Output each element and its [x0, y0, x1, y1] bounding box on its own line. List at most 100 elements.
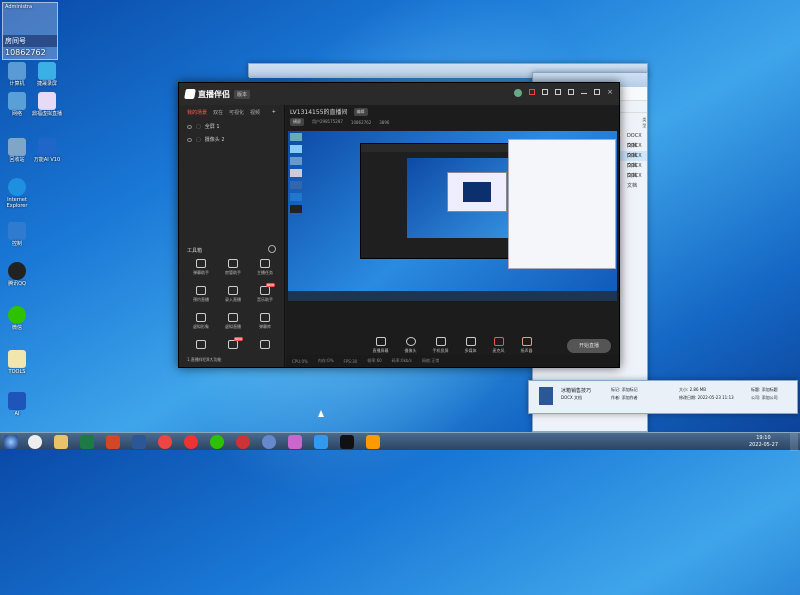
scene-item[interactable]: ▢ 全屏 1 [179, 120, 284, 133]
chrome-icon[interactable] [28, 435, 42, 449]
excel-icon[interactable] [80, 435, 94, 449]
control-icon[interactable]: 控制 [2, 222, 32, 247]
detail-title[interactable]: 标题: 添加标题 [751, 387, 778, 393]
folder-icon[interactable] [54, 435, 68, 449]
tool-tasks[interactable]: 主播任务 [249, 259, 281, 276]
detail-tags[interactable]: 标记: 添加标记 [611, 387, 638, 393]
message-icon[interactable] [542, 89, 549, 95]
show-desktop-button[interactable] [790, 433, 798, 451]
more-icon[interactable] [268, 245, 276, 253]
app-purple-icon[interactable] [288, 435, 302, 449]
detail-company[interactable]: 公司: 添加公司 [751, 395, 778, 401]
desktop-icon-label: 回收站 [9, 157, 25, 163]
scene-item[interactable]: ▢ 摄像头 2 [179, 133, 284, 146]
ai-sub-icon[interactable]: AI [2, 392, 32, 417]
app-titlebar[interactable]: 直播伴侣 版本 × [179, 83, 619, 105]
tool-reserve[interactable]: 预约直播 [185, 286, 217, 303]
word-icon[interactable] [132, 435, 146, 449]
system-clock[interactable]: 19:10 2022-05-27 [749, 435, 778, 449]
close-icon[interactable]: × [607, 89, 613, 97]
tool-music[interactable]: NEW 音乐助手 [249, 283, 281, 303]
status-bitrate: 码率:0kb/s [391, 358, 412, 363]
desktop-icon-label: 微信 [11, 325, 22, 331]
toolbox-grid: 弹幕助手 房管助手 主播任务 预约直播 录入直播 NEW 音乐助手 虚拟形象 虚拟… [185, 259, 281, 351]
tools-icon[interactable]: TOOLS [2, 350, 32, 375]
computer-icon[interactable]: 计算机 [2, 62, 32, 87]
tab-video[interactable]: 视频 [250, 109, 260, 116]
detail-size: 大小: 2.86 MB [679, 387, 706, 392]
status-memory: 内存:0% [317, 358, 334, 363]
qq-icon[interactable]: 腾讯QQ [2, 262, 32, 287]
app-blue-icon[interactable] [262, 435, 276, 449]
toolbox-title: 工具箱 [187, 248, 203, 254]
new-badge: NEW [265, 283, 275, 287]
tool-danmaku[interactable]: 弹幕助手 [185, 259, 217, 276]
wechat-taskbar-icon[interactable] [210, 435, 224, 449]
settings-icon[interactable] [555, 89, 562, 95]
start-live-button[interactable]: 开始直播 [567, 339, 611, 353]
speaker-button[interactable]: 扬声器 [521, 336, 533, 354]
status-network: 网络:正常 [421, 358, 440, 363]
detail-author[interactable]: 作者: 添加作者 [611, 395, 638, 401]
edit-tag[interactable]: 编辑 [353, 107, 368, 116]
lock-icon[interactable]: ▢ [196, 137, 201, 143]
recorder-icon[interactable]: 捷晟录屏 [32, 62, 62, 87]
tool-room-manager[interactable]: 房管助手 [217, 259, 249, 276]
tool-virtual-live[interactable]: 虚拟直播 [217, 313, 249, 330]
desktop-icon-label: 捷晟录屏 [36, 81, 57, 87]
tab-2[interactable]: 双在 [213, 109, 223, 116]
start-button[interactable] [4, 435, 18, 449]
app-red-icon[interactable] [158, 435, 172, 449]
powerpoint-icon[interactable] [106, 435, 120, 449]
desktop-icon-label: 万能AI V10 [33, 157, 61, 163]
notice-text[interactable]: 1.直播伴侣8大功能 [187, 357, 221, 363]
taskbar: 19:10 2022-05-27 [0, 432, 800, 451]
status-fps: FPS:30 [343, 358, 358, 364]
microphone-button[interactable]: 麦克风 [493, 336, 505, 354]
mode-pill[interactable]: 横屏 [290, 118, 304, 126]
live-companion-taskbar-icon[interactable] [340, 435, 354, 449]
version-badge[interactable]: 版本 [234, 89, 251, 99]
tool-avatar[interactable]: 虚拟形象 [185, 313, 217, 330]
fans-count: 3896 [379, 119, 390, 125]
help-icon[interactable] [366, 435, 380, 449]
minimize-icon[interactable] [581, 93, 588, 94]
eye-icon[interactable] [187, 137, 192, 142]
recycle-bin-icon[interactable]: 回收站 [2, 138, 32, 163]
tool-record[interactable]: 录入直播 [217, 286, 249, 303]
camera-source-button[interactable]: 摄像头 [405, 336, 417, 354]
menu-icon[interactable] [568, 89, 575, 95]
app-circle-icon[interactable] [236, 435, 250, 449]
ie-icon[interactable]: Internet Explorer [2, 178, 32, 209]
ai-icon[interactable]: 万能AI V10 [32, 138, 62, 163]
tool-extra-2[interactable]: NEW [217, 337, 249, 351]
preview-desktop-icons [290, 133, 302, 281]
app-weibo-icon[interactable] [184, 435, 198, 449]
live-companion-window[interactable]: 直播伴侣 版本 × 我的场景 双在 可视化 视频 + ▢ 全屏 1 ▢ 摄像头 … [178, 82, 620, 368]
network-icon[interactable]: 网络 [2, 92, 32, 117]
add-scene-icon[interactable]: + [272, 109, 276, 116]
gift-icon[interactable] [529, 89, 536, 95]
file-type: DOCX 文档 [626, 163, 642, 179]
eye-icon[interactable] [187, 124, 192, 129]
app-logo-icon [184, 89, 196, 99]
tool-extra-3[interactable] [249, 340, 281, 351]
avatar[interactable] [514, 89, 523, 97]
tab-visual[interactable]: 可视化 [229, 109, 244, 116]
admin-label: Administra [5, 4, 33, 10]
file-type: DOCX 文档 [626, 173, 642, 189]
tool-danmaku-lib[interactable]: 弹幕库 [249, 313, 281, 330]
phone-cast-button[interactable]: 手机投屏 [433, 336, 449, 354]
media-source-button[interactable]: 多媒体 [465, 336, 477, 354]
lock-icon[interactable]: ▢ [196, 124, 201, 130]
app-cloud-icon[interactable] [314, 435, 328, 449]
column-type-header[interactable]: 类型 [642, 117, 647, 129]
virtual-live-icon[interactable]: 鼎福虚拟直播 [32, 92, 62, 117]
maximize-icon[interactable] [594, 89, 601, 95]
file-type: DOCX 文档 [626, 133, 642, 149]
tab-my-scenes[interactable]: 我的场景 [187, 109, 207, 116]
tool-extra-1[interactable] [185, 340, 217, 351]
stream-preview[interactable] [288, 131, 617, 301]
wechat-icon[interactable]: 微信 [2, 306, 32, 331]
screen-source-button[interactable]: 直播屏幕 [373, 336, 389, 354]
